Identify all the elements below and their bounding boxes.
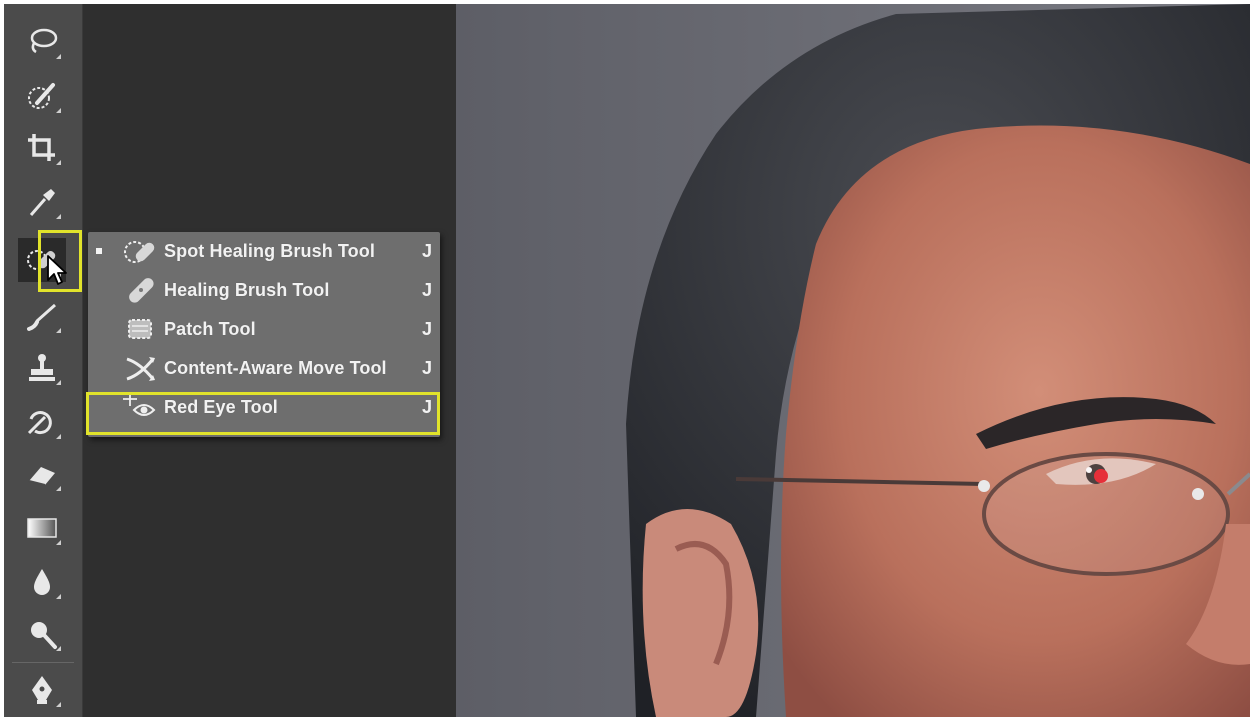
crop-tool[interactable]: [18, 126, 66, 170]
mouse-cursor-icon: [47, 255, 67, 285]
dodge-tool[interactable]: [18, 612, 66, 656]
menu-item-label: Spot Healing Brush Tool: [164, 241, 375, 261]
tools-panel: [4, 4, 83, 717]
eraser-tool[interactable]: [18, 452, 66, 496]
brush-tool[interactable]: [18, 294, 66, 338]
lasso-icon: [30, 28, 58, 54]
menu-item-healing-brush[interactable]: Healing Brush Tool J: [88, 271, 440, 309]
photoshop-window: Spot Healing Brush Tool J Healing Brush …: [4, 4, 1250, 717]
clone-stamp-icon: [29, 354, 55, 381]
eyedropper-tool[interactable]: [18, 180, 66, 224]
menu-item-shortcut: J: [422, 241, 433, 261]
spot-healing-brush-icon: [124, 241, 155, 263]
toolbar-divider: [12, 662, 74, 663]
blur-tool[interactable]: [18, 560, 66, 604]
pen-tool[interactable]: [18, 668, 66, 712]
gradient-tool[interactable]: [18, 506, 66, 550]
quick-selection-tool[interactable]: [18, 74, 66, 118]
brush-icon: [27, 303, 56, 331]
dodge-icon: [31, 622, 57, 649]
healing-brush-icon: [129, 278, 154, 303]
menu-item-patch[interactable]: Patch Tool J: [88, 310, 440, 348]
eyedropper-icon: [29, 189, 55, 216]
eraser-icon: [28, 467, 55, 486]
menu-item-shortcut: J: [422, 319, 433, 339]
document-canvas-photo[interactable]: [456, 4, 1250, 717]
menu-item-label: Content-Aware Move Tool: [164, 358, 387, 378]
menu-item-label: Healing Brush Tool: [164, 280, 330, 300]
blur-icon: [34, 569, 50, 595]
red-eye-tool-highlight: [86, 392, 440, 435]
menu-item-shortcut: J: [422, 280, 433, 300]
history-brush-tool[interactable]: [18, 400, 66, 444]
pen-icon: [32, 676, 52, 704]
history-brush-icon: [27, 411, 52, 435]
clone-stamp-tool[interactable]: [18, 346, 66, 390]
lasso-tool[interactable]: [18, 20, 66, 64]
menu-item-shortcut: J: [422, 358, 433, 378]
crop-icon: [28, 134, 55, 161]
menu-item-label: Patch Tool: [164, 319, 256, 339]
patch-icon: [128, 319, 152, 339]
content-aware-move-icon: [126, 357, 155, 381]
menu-item-content-aware-move[interactable]: Content-Aware Move Tool J: [88, 349, 440, 387]
portrait-photo: [456, 4, 1250, 717]
menu-item-spot-healing-brush[interactable]: Spot Healing Brush Tool J: [88, 232, 440, 270]
gradient-icon: [27, 518, 57, 538]
quick-selection-icon: [28, 83, 55, 109]
active-tool-bullet: [96, 248, 102, 254]
